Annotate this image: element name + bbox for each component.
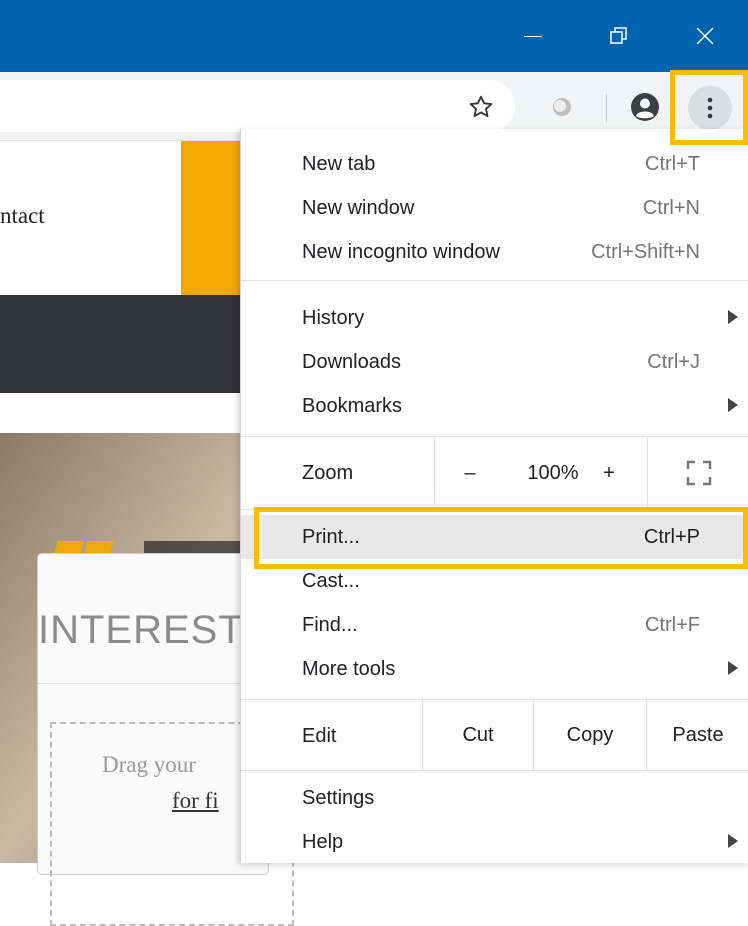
menu-shortcut: Ctrl+Shift+N [591, 241, 700, 263]
profile-button[interactable] [624, 86, 666, 128]
submenu-arrow-icon [728, 834, 738, 848]
menu-item-label: Cast... [302, 570, 360, 592]
minimize-icon [524, 35, 542, 37]
restore-icon [610, 27, 627, 44]
menu-separator [241, 770, 748, 771]
menu-item-edit: Edit Cut Copy Paste [241, 700, 748, 770]
cut-button[interactable]: Cut [423, 700, 533, 770]
highlight-print-item [254, 507, 748, 569]
menu-separator [241, 280, 748, 281]
menu-item-label: Help [302, 831, 344, 853]
menu-shortcut: Ctrl+F [645, 614, 700, 636]
zoom-in-button[interactable]: + [589, 437, 629, 509]
extension-button[interactable] [542, 87, 582, 127]
upload-card: INTEREST Drag your for fi [37, 553, 294, 926]
menu-item-label: Bookmarks [302, 395, 403, 417]
close-button[interactable] [662, 0, 748, 72]
restore-button[interactable] [576, 0, 662, 72]
drop-zone-text: Drag your [102, 752, 196, 777]
menu-item-label: New window [302, 197, 415, 219]
fullscreen-icon [686, 460, 711, 486]
menu-item-bookmarks[interactable]: Bookmarks [241, 384, 748, 428]
menu-shortcut: Ctrl+J [647, 351, 700, 373]
menu-item-downloads[interactable]: Downloads Ctrl+J [241, 340, 748, 384]
zoom-out-button[interactable]: – [435, 437, 505, 509]
title-bar [0, 0, 748, 72]
menu-item-more-tools[interactable]: More tools [241, 647, 748, 691]
menu-item-new-incognito-window[interactable]: New incognito window Ctrl+Shift+N [241, 230, 748, 274]
toolbar-divider [606, 94, 607, 122]
menu-shortcut: Ctrl+N [642, 197, 700, 219]
card-divider [38, 683, 268, 684]
menu-shortcut: Ctrl+T [645, 153, 700, 175]
submenu-arrow-icon [728, 661, 738, 675]
submenu-arrow-icon [728, 310, 738, 324]
zoom-level: 100% [527, 461, 579, 484]
card-heading: INTEREST [38, 608, 244, 652]
bookmark-star-button[interactable] [460, 86, 502, 128]
menu-item-find[interactable]: Find... Ctrl+F [241, 603, 748, 647]
choose-file-link[interactable]: for fi [172, 788, 219, 814]
menu-item-new-tab[interactable]: New tab Ctrl+T [241, 142, 748, 186]
star-icon [469, 95, 493, 118]
menu-item-label: New tab [302, 153, 376, 175]
menu-item-help[interactable]: Help [241, 820, 748, 864]
fullscreen-button[interactable] [648, 437, 748, 509]
menu-item-zoom: Zoom – 100% + [241, 437, 748, 509]
nav-link-contact[interactable]: ntact [0, 203, 45, 229]
copy-button[interactable]: Copy [534, 700, 646, 770]
close-icon [696, 27, 714, 45]
highlight-menu-button [670, 70, 748, 145]
extension-icon [553, 98, 571, 116]
address-bar[interactable] [0, 80, 515, 132]
minimize-button[interactable] [490, 0, 576, 72]
menu-item-label: Settings [302, 787, 375, 809]
menu-item-label: Downloads [302, 351, 401, 373]
menu-item-label: New incognito window [302, 241, 500, 263]
paste-button[interactable]: Paste [647, 700, 748, 770]
menu-item-label: Edit [302, 725, 337, 747]
menu-item-label: History [302, 307, 365, 329]
chrome-menu: New tab Ctrl+T New window Ctrl+N New inc… [240, 129, 748, 863]
menu-item-settings[interactable]: Settings [241, 776, 748, 820]
profile-icon [631, 93, 659, 121]
menu-item-label: More tools [302, 658, 396, 680]
menu-item-label: Zoom [302, 462, 354, 484]
submenu-arrow-icon [728, 398, 738, 412]
menu-item-label: Find... [302, 614, 358, 636]
menu-item-history[interactable]: History [241, 296, 748, 340]
menu-item-new-window[interactable]: New window Ctrl+N [241, 186, 748, 230]
